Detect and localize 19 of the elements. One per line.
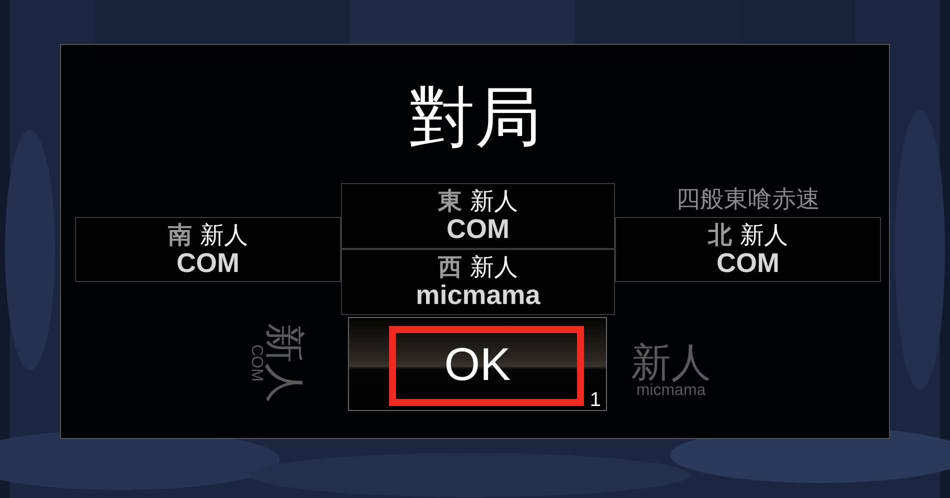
dialog-title: 對局 xyxy=(409,85,541,158)
wind-label: 東 xyxy=(438,189,462,215)
wind-label: 北 xyxy=(708,222,732,248)
player-name-text: micmama xyxy=(636,383,706,399)
count-label: 1 xyxy=(590,390,601,410)
wind-label: 西 xyxy=(438,255,462,281)
rule-label: 四般東喰赤速 xyxy=(676,185,820,215)
rank-label: 新人 xyxy=(200,222,248,248)
player-name-text: COM xyxy=(248,344,264,382)
seat-rank-text: 新人 xyxy=(264,323,304,403)
player-name: micmama xyxy=(416,281,540,309)
rank-label: 新人 xyxy=(740,222,788,248)
rank-label: 新人 xyxy=(470,189,518,215)
wind-label: 南 xyxy=(168,222,192,248)
player-name: COM xyxy=(176,248,240,276)
player-name: COM xyxy=(446,215,510,243)
player-name: COM xyxy=(716,248,780,276)
rank-label: 新人 xyxy=(470,255,518,281)
seat-rank-text: 新人 xyxy=(631,343,711,383)
